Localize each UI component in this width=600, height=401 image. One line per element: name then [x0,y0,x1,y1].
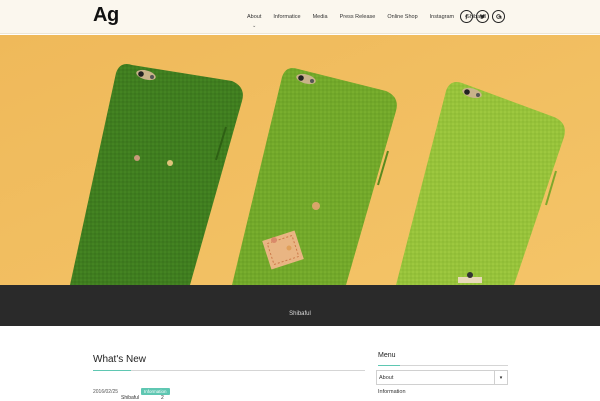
nav-item-label: About [247,14,262,20]
nav-item-about[interactable]: About ⌄ [241,0,267,34]
social-links [460,10,505,23]
nav-item-online-shop[interactable]: Online Shop [381,0,423,34]
main-nav: About ⌄ Informatice Media Press Release … [241,0,492,34]
menu-title: Menu [378,352,396,359]
divider-accent [93,370,131,371]
news-date: 2016/02/25 [93,389,119,395]
nav-item-instagram[interactable]: Instagram [424,0,460,34]
nav-item-label: Media [312,14,328,20]
nav-item-label: Informatice [273,14,301,20]
hero-caption[interactable]: Shibaful [0,311,600,317]
site-logo[interactable]: Ag [93,4,119,27]
news-title-link[interactable]: Shibaful [121,395,139,401]
grass-phone-cases-illustration [0,35,600,285]
share-icon[interactable] [492,10,505,23]
hero-caption-bar: Shibaful [0,285,600,326]
hero-image [0,35,600,285]
menu-divider [378,365,508,366]
nav-item-informatice[interactable]: Informatice [267,0,306,34]
chevron-down-icon[interactable]: ▾ [494,371,507,384]
facebook-icon[interactable] [460,10,473,23]
active-indicator-icon: ⌄ [252,23,257,29]
divider-accent [378,365,400,366]
whats-new-divider [93,370,365,371]
twitter-icon[interactable] [476,10,489,23]
nav-item-press-release[interactable]: Press Release [334,0,382,34]
nav-item-label: Press Release [339,14,376,20]
whats-new-title: What's New [93,354,147,365]
news-count: 2 [161,395,164,401]
nav-item-media[interactable]: Media [307,0,334,34]
news-category-badge[interactable]: Information [141,388,170,395]
nav-item-label: Instagram [429,14,455,20]
menu-item-about[interactable]: About ▾ [376,370,508,385]
nav-item-label: Online Shop [387,14,418,20]
menu-item-information[interactable]: Information [378,389,406,395]
site-header: Ag About ⌄ Informatice Media Press Relea… [0,0,600,34]
menu-item-label: About [379,375,394,381]
